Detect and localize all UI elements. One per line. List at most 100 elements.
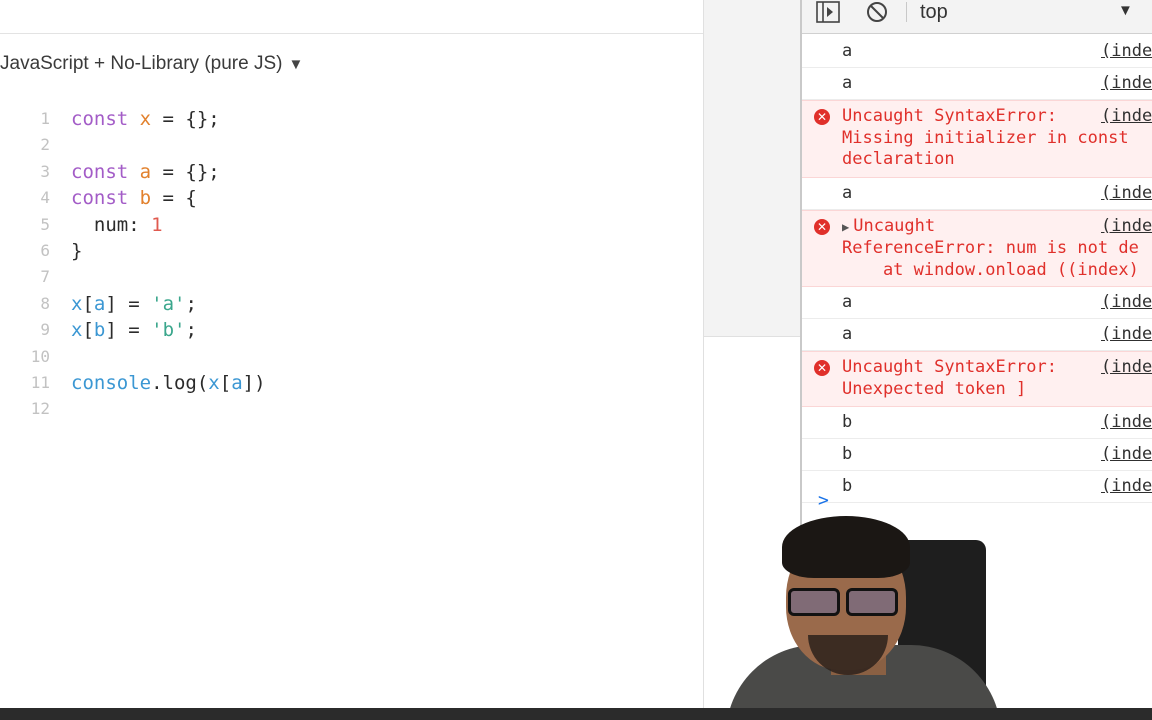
code-token: [: [82, 319, 94, 342]
log-text: b: [842, 412, 853, 432]
error-line: Unexpected token ]: [842, 379, 1057, 401]
console-log-message: a (inde: [802, 68, 1152, 100]
code-text: num: 1: [71, 212, 163, 238]
error-line-text: Uncaught SyntaxError:: [842, 357, 1057, 377]
error-line-text: declaration: [842, 149, 955, 169]
error-line: Uncaught SyntaxError:: [842, 357, 1057, 379]
chevron-down-icon[interactable]: ▼: [1118, 0, 1133, 22]
code-token: const: [71, 160, 140, 183]
error-text: Uncaught SyntaxError: Missing initializer…: [842, 106, 1129, 171]
line-number: 1: [40, 109, 50, 128]
source-link[interactable]: (inde: [1101, 106, 1152, 126]
code-token: num:: [71, 213, 152, 236]
code-token: x: [71, 292, 83, 315]
toolbar-separator: [906, 2, 907, 22]
error-text[interactable]: ▶ Uncaught ReferenceError: num is not de a…: [842, 216, 1139, 282]
clear-console-icon[interactable]: [864, 0, 890, 24]
code-text: x[a] = 'a';: [71, 291, 197, 317]
console-error-message: ✕ Uncaught SyntaxError: Unexpected token ]…: [802, 351, 1152, 407]
editor-top-bar: [0, 0, 703, 34]
error-line-text: Missing initializer in const: [842, 127, 1129, 148]
code-text: const a = {};: [71, 159, 220, 185]
code-token: a: [93, 292, 106, 315]
line-number: 2: [40, 135, 50, 155]
console-log-message: b (inde: [802, 407, 1152, 439]
sidebar-toggle-icon[interactable]: [814, 0, 842, 24]
code-token: const: [71, 108, 140, 130]
code-token: .log(: [151, 371, 209, 394]
code-token: x: [208, 371, 220, 394]
code-token: = {: [151, 187, 197, 210]
error-line: at window.onload ((index): [842, 260, 1139, 282]
log-text: a: [842, 324, 853, 344]
code-token: [: [219, 371, 232, 394]
line-number: 4: [40, 188, 50, 208]
line-number: 11: [30, 372, 50, 392]
expand-triangle-icon[interactable]: ▶: [842, 220, 849, 234]
source-link[interactable]: (inde: [1101, 444, 1152, 464]
line-number: 9: [40, 320, 50, 340]
error-line: declaration: [842, 149, 1129, 171]
console-log-message: b (inde: [802, 439, 1152, 471]
code-token: 'b': [151, 319, 186, 342]
source-link[interactable]: (inde: [1101, 41, 1152, 61]
source-link[interactable]: (inde: [1101, 412, 1152, 432]
line-number: 10: [30, 346, 50, 366]
code-token: ]): [242, 371, 266, 394]
code-token: [: [82, 292, 94, 315]
source-link[interactable]: (inde: [1101, 216, 1152, 236]
code-token: b: [139, 187, 152, 210]
console-error-message: ✕ Uncaught SyntaxError: Missing initialize…: [802, 100, 1152, 178]
source-link[interactable]: (inde: [1101, 476, 1152, 496]
error-text: Uncaught SyntaxError: Unexpected token ]: [842, 357, 1057, 400]
console-log-message: a (inde: [802, 319, 1152, 351]
error-line-text: Uncaught SyntaxError:: [842, 106, 1057, 126]
code-token: = {};: [151, 160, 220, 183]
line-number: 7: [40, 267, 50, 287]
code-token: const: [71, 187, 140, 210]
webcam-hair: [782, 516, 910, 578]
code-text: console.log(x[a]): [71, 370, 266, 396]
line-number: 8: [40, 293, 50, 313]
output-panel-header: [703, 0, 801, 337]
log-text: a: [842, 182, 853, 203]
log-text: a: [842, 292, 853, 312]
console-log-message: a (inde: [802, 287, 1152, 319]
source-link[interactable]: (inde: [1101, 324, 1152, 344]
code-text: }: [71, 238, 82, 264]
code-token: ] =: [105, 292, 152, 315]
dropdown-caret-icon: ▼: [288, 56, 304, 73]
code-token: }: [71, 239, 83, 262]
code-token: b: [93, 319, 106, 342]
line-number: 3: [40, 161, 50, 181]
source-link[interactable]: (inde: [1101, 183, 1152, 203]
error-icon: ✕: [814, 218, 830, 235]
code-text: const x = {};: [71, 106, 220, 132]
error-line-text: Uncaught: [853, 215, 936, 236]
code-token: 1: [151, 213, 163, 236]
code-token: = {};: [151, 108, 220, 130]
error-line: ▶ Uncaught: [842, 216, 1139, 239]
context-selector[interactable]: top: [920, 0, 948, 24]
error-line-text: at window.onload ((index): [842, 259, 1139, 280]
log-text: b: [842, 444, 853, 464]
console-log-message: a (inde: [802, 178, 1152, 210]
language-selector[interactable]: JavaScript + No-Library (pure JS) ▼: [0, 53, 303, 75]
source-link[interactable]: (inde: [1101, 292, 1152, 312]
console-error-message: ✕ ▶ Uncaught ReferenceError: num is not de …: [802, 209, 1152, 287]
log-text: a: [842, 41, 853, 61]
console-messages: a (inde a (inde ✕ Uncaught SyntaxError: Missin…: [802, 36, 1152, 503]
code-text: const b = {: [71, 185, 197, 211]
code-token: console: [71, 371, 152, 394]
error-line-text: ReferenceError: num is not de: [842, 238, 1139, 258]
source-link[interactable]: (inde: [1101, 73, 1152, 93]
code-token: a: [231, 371, 243, 394]
error-icon: ✕: [814, 109, 830, 125]
code-token: 'a': [151, 292, 186, 315]
log-text: b: [842, 476, 853, 496]
source-link[interactable]: (inde: [1101, 357, 1152, 377]
console-prompt-icon[interactable]: >: [818, 490, 829, 511]
code-editor-panel: JavaScript + No-Library (pure JS) ▼ 1 cons…: [0, 0, 703, 720]
console-log-message: a (inde: [802, 36, 1152, 68]
console-log-message: b (inde: [802, 471, 1152, 503]
